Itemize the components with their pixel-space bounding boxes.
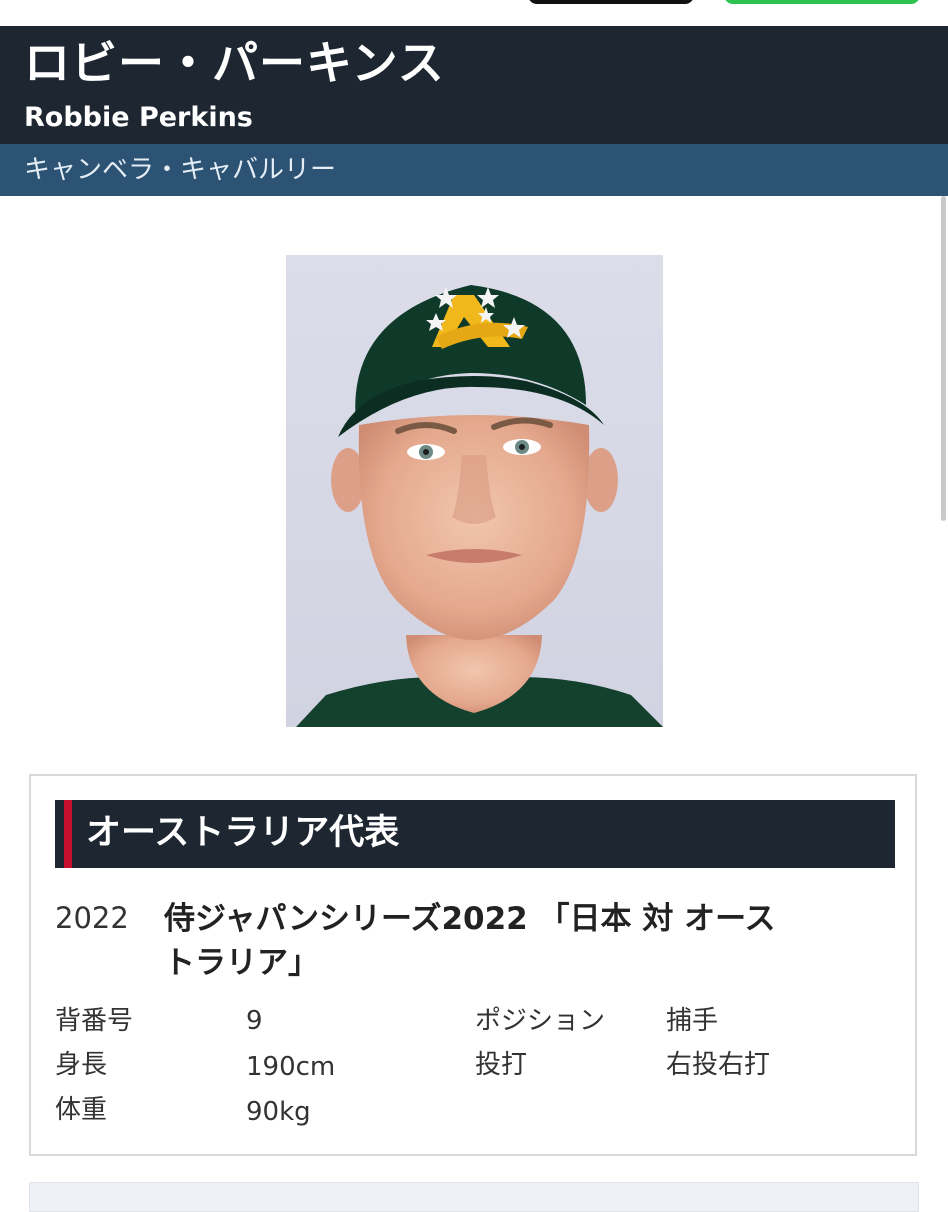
label-uniform-number: 背番号 (55, 1006, 134, 1036)
player-name-japanese: ロビー・パーキンス (24, 36, 445, 90)
section-accent-bar (64, 800, 72, 868)
value-uniform-number: 9 (246, 1006, 263, 1036)
history-series[interactable]: 侍ジャパンシリーズ2022 「日本 対 オース トラリア」 (164, 897, 844, 985)
label-height: 身長 (55, 1050, 108, 1080)
team-name[interactable]: キャンベラ・キャバルリー (24, 157, 336, 183)
value-height: 190cm (246, 1052, 336, 1082)
scrollbar[interactable] (938, 196, 948, 526)
label-position: ポジション (475, 1006, 606, 1036)
value-weight: 90kg (246, 1097, 311, 1127)
section-title: オーストラリア代表 (86, 813, 400, 853)
top-dark-button[interactable] (528, 0, 694, 4)
value-throws-bats: 右投右打 (666, 1050, 771, 1080)
history-series-line-1: 侍ジャパンシリーズ2022 「日本 対 オース (164, 901, 776, 937)
history-year: 2022 (55, 901, 129, 935)
next-card (29, 1182, 919, 1212)
label-throws-bats: 投打 (475, 1050, 528, 1080)
player-photo (286, 255, 663, 727)
top-green-button[interactable] (724, 0, 920, 4)
scrollbar-thumb[interactable] (941, 196, 946, 521)
history-series-line-2: トラリア」 (164, 945, 319, 981)
value-position: 捕手 (666, 1006, 719, 1036)
top-strip (0, 0, 948, 26)
label-weight: 体重 (55, 1095, 108, 1125)
player-name-english: Robbie Perkins (24, 102, 253, 133)
